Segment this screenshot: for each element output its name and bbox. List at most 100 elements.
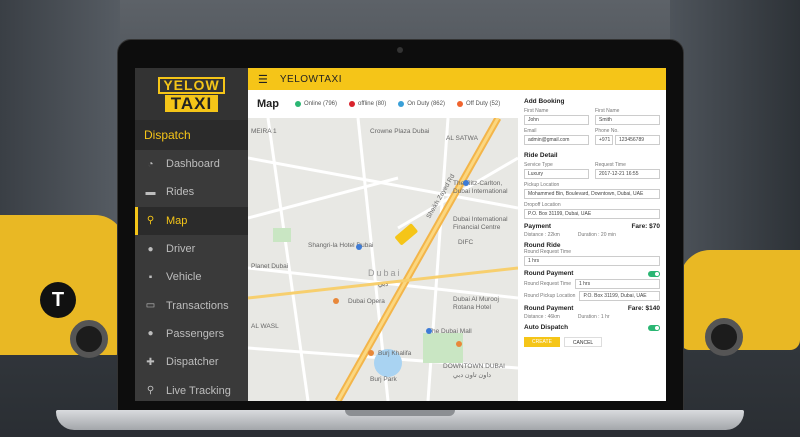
- pickup-label: Pickup Location: [524, 182, 560, 188]
- map-label: Crowne Plaza Dubai: [370, 128, 430, 135]
- add-booking-heading: Add Booking: [524, 98, 565, 105]
- first-name-field[interactable]: John: [524, 115, 589, 125]
- sidebar-item-transactions[interactable]: ▭ Transactions: [135, 291, 248, 319]
- round-payment-toggle[interactable]: [648, 270, 660, 277]
- payment-heading: Payment: [524, 223, 552, 230]
- location-icon: ⚲: [146, 385, 155, 397]
- map-label: داون تاون دبي: [453, 372, 492, 379]
- map-header: Map Online (796) offline (80) On Duty (8…: [248, 90, 518, 118]
- map-label: Burj Khalifa: [378, 350, 412, 357]
- sidebar-item-driver[interactable]: ● Driver: [135, 235, 248, 263]
- round-request-label: Round Request Time: [524, 249, 571, 255]
- status-dot-icon: [398, 101, 405, 107]
- request-time-field[interactable]: 2017-12-21 16:55: [595, 169, 660, 179]
- auto-dispatch-toggle[interactable]: [648, 324, 660, 331]
- map-label: MEIRA 1: [251, 128, 277, 135]
- sidebar-item-label: Transactions: [166, 299, 229, 312]
- sidebar-item-dispatcher[interactable]: ✚ Dispatcher: [135, 348, 248, 376]
- sidebar-item-label: Map: [166, 214, 188, 227]
- fare-value: Fare: $70: [631, 223, 660, 230]
- rpl-field[interactable]: P.O. Box 31199, Dubai, UAE: [579, 291, 660, 301]
- sidebar-item-vehicle[interactable]: ▪ Vehicle: [135, 263, 248, 291]
- map-pin-icon[interactable]: [333, 298, 339, 304]
- logo-top: YELOW: [158, 76, 225, 94]
- duration-text-2: Duration : 1 hr: [577, 314, 610, 320]
- status-dot-icon: [349, 101, 356, 107]
- sidebar-item-dashboard[interactable]: ◔ Dashboard: [135, 150, 248, 178]
- logo[interactable]: YELOW TAXI: [135, 68, 248, 120]
- laptop-notch: [345, 410, 455, 416]
- map-panel: Map Online (796) offline (80) On Duty (8…: [248, 90, 518, 401]
- header-title: YELOWTAXI: [279, 73, 342, 85]
- map-pin-icon[interactable]: [356, 244, 362, 250]
- service-type-label: Service Type: [524, 162, 553, 168]
- last-name-field[interactable]: Smith: [595, 115, 660, 125]
- map-pin-icon[interactable]: [426, 328, 432, 334]
- sidebar-item-label: Rides: [166, 186, 195, 199]
- sidebar-item-label: Vehicle: [166, 271, 202, 284]
- map-label: AL SATWA: [446, 135, 478, 142]
- legend-offline: offline (80): [349, 101, 386, 107]
- rrt-field[interactable]: 1 hrs: [574, 279, 660, 289]
- status-dot-icon: [295, 101, 301, 107]
- dropoff-label: Dropoff Location: [524, 202, 561, 208]
- money-icon: ▭: [145, 300, 156, 312]
- map-label: دبي: [378, 281, 389, 288]
- distance-text: Distance : 22km: [524, 232, 560, 238]
- map-label: The Dubai Mall: [428, 328, 472, 335]
- service-type-select[interactable]: Luxury: [524, 169, 589, 179]
- vehicle-icon: ▪: [148, 271, 153, 283]
- sidebar-item-rides[interactable]: ▬ Rides: [135, 178, 248, 206]
- map-label: Dubai Al Murooj: [453, 296, 499, 303]
- map-label: DOWNTOWN DUBAI: [443, 363, 505, 370]
- create-button[interactable]: CREATE: [524, 337, 560, 347]
- taxi-sign: T: [40, 282, 76, 318]
- top-header: ☰ YELOWTAXI: [248, 68, 666, 90]
- map-pin-icon[interactable]: [456, 341, 462, 347]
- legend-label: On Duty (862): [407, 101, 445, 107]
- map-label: Dubai Opera: [348, 298, 385, 305]
- email-label: Email: [524, 128, 537, 134]
- webcam: [397, 47, 403, 53]
- user-plus-icon: ✚: [146, 356, 155, 368]
- city-map[interactable]: Crowne Plaza Dubai AL SATWA MEIRA 1 The …: [248, 118, 518, 401]
- map-label: Dubai: [368, 268, 402, 278]
- pickup-field[interactable]: Mohammed Bin, Boulevard, Downtown, Dubai…: [524, 189, 660, 199]
- hamburger-menu-icon[interactable]: ☰: [258, 73, 268, 86]
- ride-detail-heading: Ride Detail: [524, 152, 558, 159]
- map-label: Planet Dubai: [251, 263, 289, 270]
- sidebar: YELOW TAXI Dispatch ◔ Dashboard ▬ Rides ⚲ M…: [135, 68, 248, 401]
- map-label: Rotana Hotel: [453, 304, 491, 311]
- map-pin-icon: ⚲: [146, 215, 155, 227]
- cancel-button[interactable]: CANCEL: [563, 337, 603, 347]
- phone-code-field[interactable]: +971: [595, 135, 613, 145]
- legend-off-duty: Off Duty (52): [456, 101, 500, 107]
- phone-label: Phone No.: [595, 128, 619, 134]
- last-name-label: First Name: [595, 108, 620, 114]
- sidebar-item-map[interactable]: ⚲ Map: [135, 206, 248, 235]
- sidebar-item-passengers[interactable]: ● Passengers: [135, 320, 248, 348]
- map-title: Map: [257, 98, 279, 110]
- legend-online: Online (796): [295, 101, 337, 107]
- fare-value-2: Fare: $140: [627, 305, 660, 312]
- dropoff-field[interactable]: P.O. Box 31199, Dubai, UAE: [524, 209, 660, 219]
- round-payment-heading-2: Round Payment: [524, 305, 574, 312]
- map-label: Financial Centre: [453, 224, 501, 231]
- distance-text-2: Distance : 46km: [524, 314, 560, 320]
- user-icon: ●: [147, 243, 154, 255]
- map-label: Dubai International: [453, 188, 508, 195]
- first-name-label: First Name: [524, 108, 549, 114]
- rrt-label: Round Request Time: [524, 281, 571, 287]
- sidebar-item-live-tracking[interactable]: ⚲ Live Tracking: [135, 376, 248, 401]
- taxi-wheel: [705, 318, 743, 356]
- legend-on-duty: On Duty (862): [398, 101, 445, 107]
- phone-field[interactable]: 123456789: [615, 135, 660, 145]
- logo-bottom: TAXI: [164, 94, 219, 112]
- round-hours-field[interactable]: 1 hrs: [524, 256, 660, 266]
- auto-dispatch-label: Auto Dispatch: [524, 324, 569, 331]
- map-label: Shangri-la Hotel Dubai: [308, 242, 374, 249]
- sidebar-item-label: Dashboard: [166, 158, 220, 171]
- email-field[interactable]: admin@gmail.com: [524, 135, 589, 145]
- map-pin-icon[interactable]: [463, 180, 469, 186]
- map-pin-icon[interactable]: [368, 350, 374, 356]
